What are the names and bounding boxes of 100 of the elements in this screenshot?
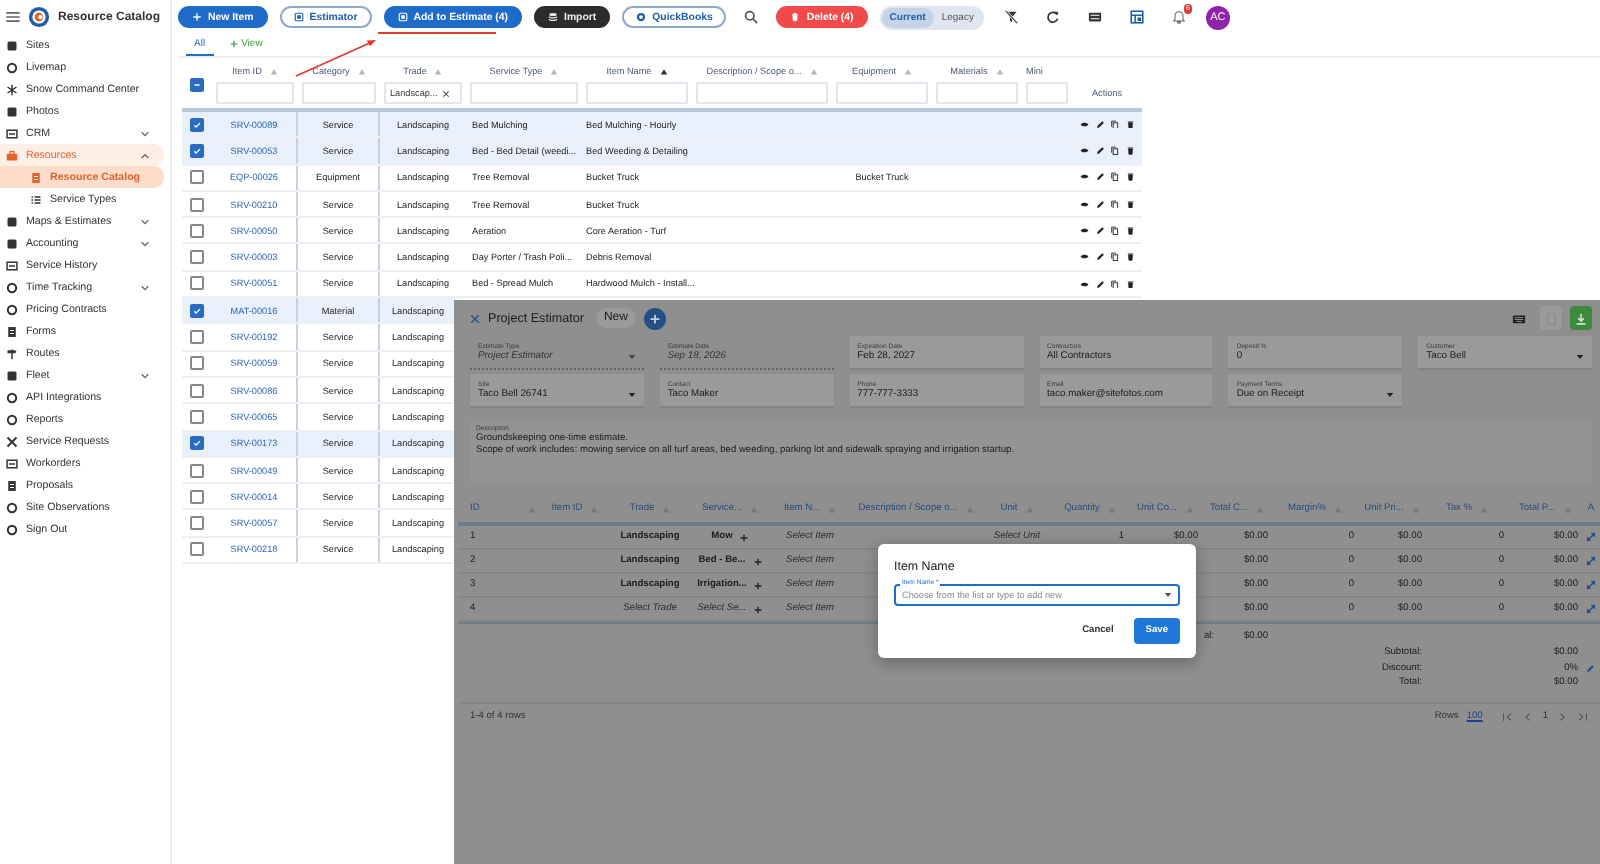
eye-icon[interactable] — [1080, 172, 1089, 182]
plus-icon[interactable] — [754, 581, 763, 589]
checkbox[interactable] — [190, 303, 204, 318]
eye-icon[interactable] — [1080, 226, 1089, 236]
checkbox[interactable] — [190, 250, 204, 265]
logo-icon — [28, 6, 50, 28]
caret-icon[interactable] — [1386, 392, 1395, 398]
checkbox[interactable] — [190, 276, 204, 291]
trash-icon[interactable] — [1125, 199, 1134, 209]
filter-field[interactable] — [586, 82, 688, 104]
pencil-icon[interactable] — [1095, 279, 1104, 289]
trash-icon[interactable] — [1125, 172, 1134, 182]
eye-icon[interactable] — [1080, 199, 1089, 209]
checkbox[interactable] — [190, 383, 204, 398]
filter-field[interactable] — [470, 82, 578, 104]
checkbox[interactable] — [190, 117, 204, 132]
checkbox[interactable] — [190, 170, 204, 185]
checkbox[interactable] — [190, 409, 204, 424]
checkbox[interactable] — [190, 77, 204, 91]
keyboard-icon[interactable] — [1512, 311, 1526, 325]
plus-icon[interactable] — [740, 533, 749, 541]
sort-arrow-icon[interactable] — [659, 67, 668, 75]
download-button[interactable] — [1570, 306, 1592, 330]
menu-icon[interactable] — [6, 12, 20, 22]
checkbox[interactable] — [190, 463, 204, 477]
expand-icon[interactable] — [1586, 556, 1596, 566]
pencil-icon[interactable] — [1095, 226, 1104, 236]
filter-field[interactable] — [216, 82, 294, 104]
chevron-down-icon[interactable] — [140, 129, 150, 137]
pencil-icon[interactable] — [1095, 119, 1104, 129]
bell-icon[interactable] — [1171, 10, 1186, 24]
trash-icon[interactable] — [1125, 146, 1134, 156]
trash-icon[interactable] — [1125, 279, 1134, 289]
asterisk-icon — [6, 83, 18, 95]
copy-icon[interactable] — [1110, 252, 1119, 262]
checkbox[interactable] — [190, 542, 204, 557]
checkbox[interactable] — [190, 489, 204, 504]
briefcase-icon — [6, 149, 18, 161]
first-page-icon[interactable] — [1502, 712, 1515, 723]
ring-icon — [6, 61, 18, 73]
search-icon[interactable] — [744, 10, 759, 24]
pencil-icon[interactable] — [1095, 172, 1104, 182]
pencil-icon[interactable] — [1095, 252, 1104, 262]
card-icon[interactable] — [1087, 10, 1102, 24]
doc-icon — [30, 171, 42, 183]
chevron-down-icon[interactable] — [140, 283, 150, 291]
caret-icon[interactable] — [1576, 354, 1584, 360]
list-icon — [30, 193, 42, 205]
refresh-icon[interactable] — [1045, 10, 1060, 24]
plus-icon — [192, 12, 202, 22]
expand-icon[interactable] — [1586, 532, 1596, 542]
plus-icon[interactable] — [753, 557, 762, 565]
checkbox[interactable] — [190, 223, 204, 238]
expand-icon[interactable] — [1586, 604, 1596, 614]
copy-icon[interactable] — [1110, 119, 1119, 129]
checkbox[interactable] — [190, 436, 204, 451]
trash-icon[interactable] — [1125, 252, 1134, 262]
underline-mark — [378, 32, 496, 34]
filter-off-icon[interactable] — [1003, 10, 1018, 24]
copy-icon[interactable] — [1110, 146, 1119, 156]
eye-icon[interactable] — [1080, 146, 1089, 156]
filter-field[interactable] — [302, 82, 376, 104]
close-icon[interactable] — [441, 89, 450, 97]
chevron-down-icon[interactable] — [140, 239, 150, 247]
pencil-icon[interactable] — [1095, 199, 1104, 209]
trash-icon[interactable] — [1125, 226, 1134, 236]
checkbox[interactable] — [190, 197, 204, 212]
chevron-down-icon[interactable] — [140, 371, 150, 379]
card-icon — [6, 127, 18, 139]
square-icon — [6, 105, 18, 117]
last-page-icon[interactable] — [1576, 712, 1588, 723]
checkbox[interactable] — [190, 330, 204, 345]
eye-icon[interactable] — [1080, 279, 1089, 289]
add-button[interactable] — [643, 307, 666, 329]
filter-field[interactable] — [1026, 82, 1068, 104]
copy-icon[interactable] — [1110, 279, 1119, 289]
checkbox[interactable] — [190, 516, 204, 531]
expand-icon[interactable] — [1586, 580, 1596, 590]
copy-icon[interactable] — [1110, 226, 1119, 236]
caret-icon[interactable] — [1164, 592, 1172, 598]
filter-field[interactable] — [836, 82, 928, 104]
pin-icon — [6, 347, 18, 359]
caret-icon[interactable] — [627, 392, 636, 398]
check-icon — [192, 305, 202, 316]
eye-icon[interactable] — [1080, 119, 1089, 129]
filter-field[interactable] — [696, 82, 828, 104]
eye-icon[interactable] — [1080, 252, 1089, 262]
checkbox[interactable] — [190, 356, 204, 371]
grid-icon — [397, 12, 408, 22]
copy-icon[interactable] — [1110, 172, 1119, 182]
trash-icon[interactable] — [1125, 119, 1134, 129]
chevron-up-icon[interactable] — [140, 151, 150, 159]
checkbox[interactable] — [190, 143, 204, 158]
plus-icon[interactable] — [754, 605, 763, 613]
copy-icon[interactable] — [1110, 199, 1119, 209]
chevron-down-icon[interactable] — [140, 217, 150, 225]
dashboard-icon[interactable] — [1129, 10, 1144, 24]
pencil-icon[interactable] — [1095, 146, 1104, 156]
square-icon — [6, 369, 18, 381]
filter-field[interactable] — [936, 82, 1018, 104]
